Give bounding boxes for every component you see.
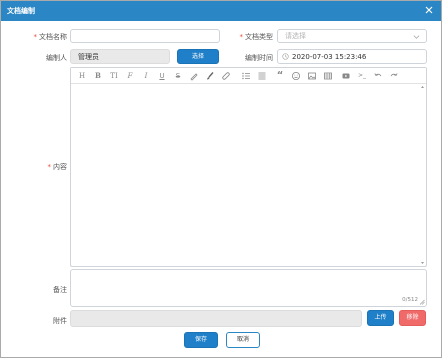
editor-toolbar: H B TI F I U S “ >_	[71, 68, 426, 84]
doc-type-label: * 文档类型	[239, 33, 274, 41]
select-button[interactable]: 选择	[177, 49, 219, 64]
doc-name-label: * 文档名称	[33, 33, 68, 41]
bold-icon[interactable]: B	[93, 71, 103, 81]
font-size-icon[interactable]: TI	[109, 71, 119, 81]
time-label: 编制时间	[245, 54, 273, 62]
doc-name-input[interactable]	[70, 29, 220, 43]
clock-icon	[282, 53, 289, 62]
doc-type-select[interactable]: 请选择	[277, 29, 427, 43]
editor-scrollbar[interactable]	[420, 85, 425, 265]
cancel-button[interactable]: 取消	[226, 332, 260, 348]
font-family-icon[interactable]: F	[125, 71, 135, 81]
upload-button[interactable]: 上传	[367, 310, 394, 326]
remove-button[interactable]: 移除	[399, 310, 426, 326]
author-label: 编制人	[46, 54, 67, 62]
required-mark: *	[33, 33, 38, 41]
undo-icon[interactable]	[373, 71, 383, 81]
remark-counter: 0/512	[402, 297, 418, 303]
required-mark: *	[239, 33, 244, 41]
dialog-titlebar: 文档编制	[1, 1, 441, 21]
align-icon[interactable]	[257, 71, 267, 81]
remark-label: 备注	[53, 286, 67, 294]
emoji-icon[interactable]	[291, 71, 301, 81]
image-icon[interactable]	[307, 71, 317, 81]
table-icon[interactable]	[323, 71, 333, 81]
redo-icon[interactable]	[389, 71, 399, 81]
dialog-title: 文档编制	[7, 7, 35, 15]
chevron-down-icon	[413, 33, 420, 42]
required-mark: *	[47, 163, 52, 171]
link-icon[interactable]	[221, 71, 231, 81]
underline-icon[interactable]: U	[157, 71, 167, 81]
italic-icon[interactable]: I	[141, 71, 151, 81]
resize-grip-icon[interactable]	[419, 299, 425, 305]
content-label: * 内容	[47, 163, 68, 171]
document-edit-dialog: 文档编制 * 文档名称 * 文档类型 请选择 编制人 管理员 选择 编制时间 202…	[0, 0, 442, 358]
author-value: 管理员	[78, 52, 99, 61]
close-icon[interactable]	[423, 4, 435, 16]
attach-input	[70, 310, 362, 327]
strikethrough-icon[interactable]: S	[173, 71, 183, 81]
author-input: 管理员	[70, 49, 170, 64]
doc-type-placeholder: 请选择	[285, 32, 306, 40]
heading-icon[interactable]: H	[77, 71, 87, 81]
brush-icon[interactable]	[205, 71, 215, 81]
pen-icon[interactable]	[189, 71, 199, 81]
attach-label: 附件	[53, 317, 67, 325]
video-icon[interactable]	[341, 71, 351, 81]
quote-icon[interactable]: “	[275, 71, 285, 81]
code-icon[interactable]: >_	[357, 71, 367, 81]
remark-textarea[interactable]: 0/512	[70, 269, 427, 307]
time-input[interactable]: 2020-07-03 15:23:46	[277, 49, 427, 64]
list-icon[interactable]	[241, 71, 251, 81]
time-value: 2020-07-03 15:23:46	[292, 52, 367, 61]
rich-text-editor[interactable]: H B TI F I U S “ >_	[70, 67, 427, 267]
save-button[interactable]: 保存	[184, 332, 218, 348]
